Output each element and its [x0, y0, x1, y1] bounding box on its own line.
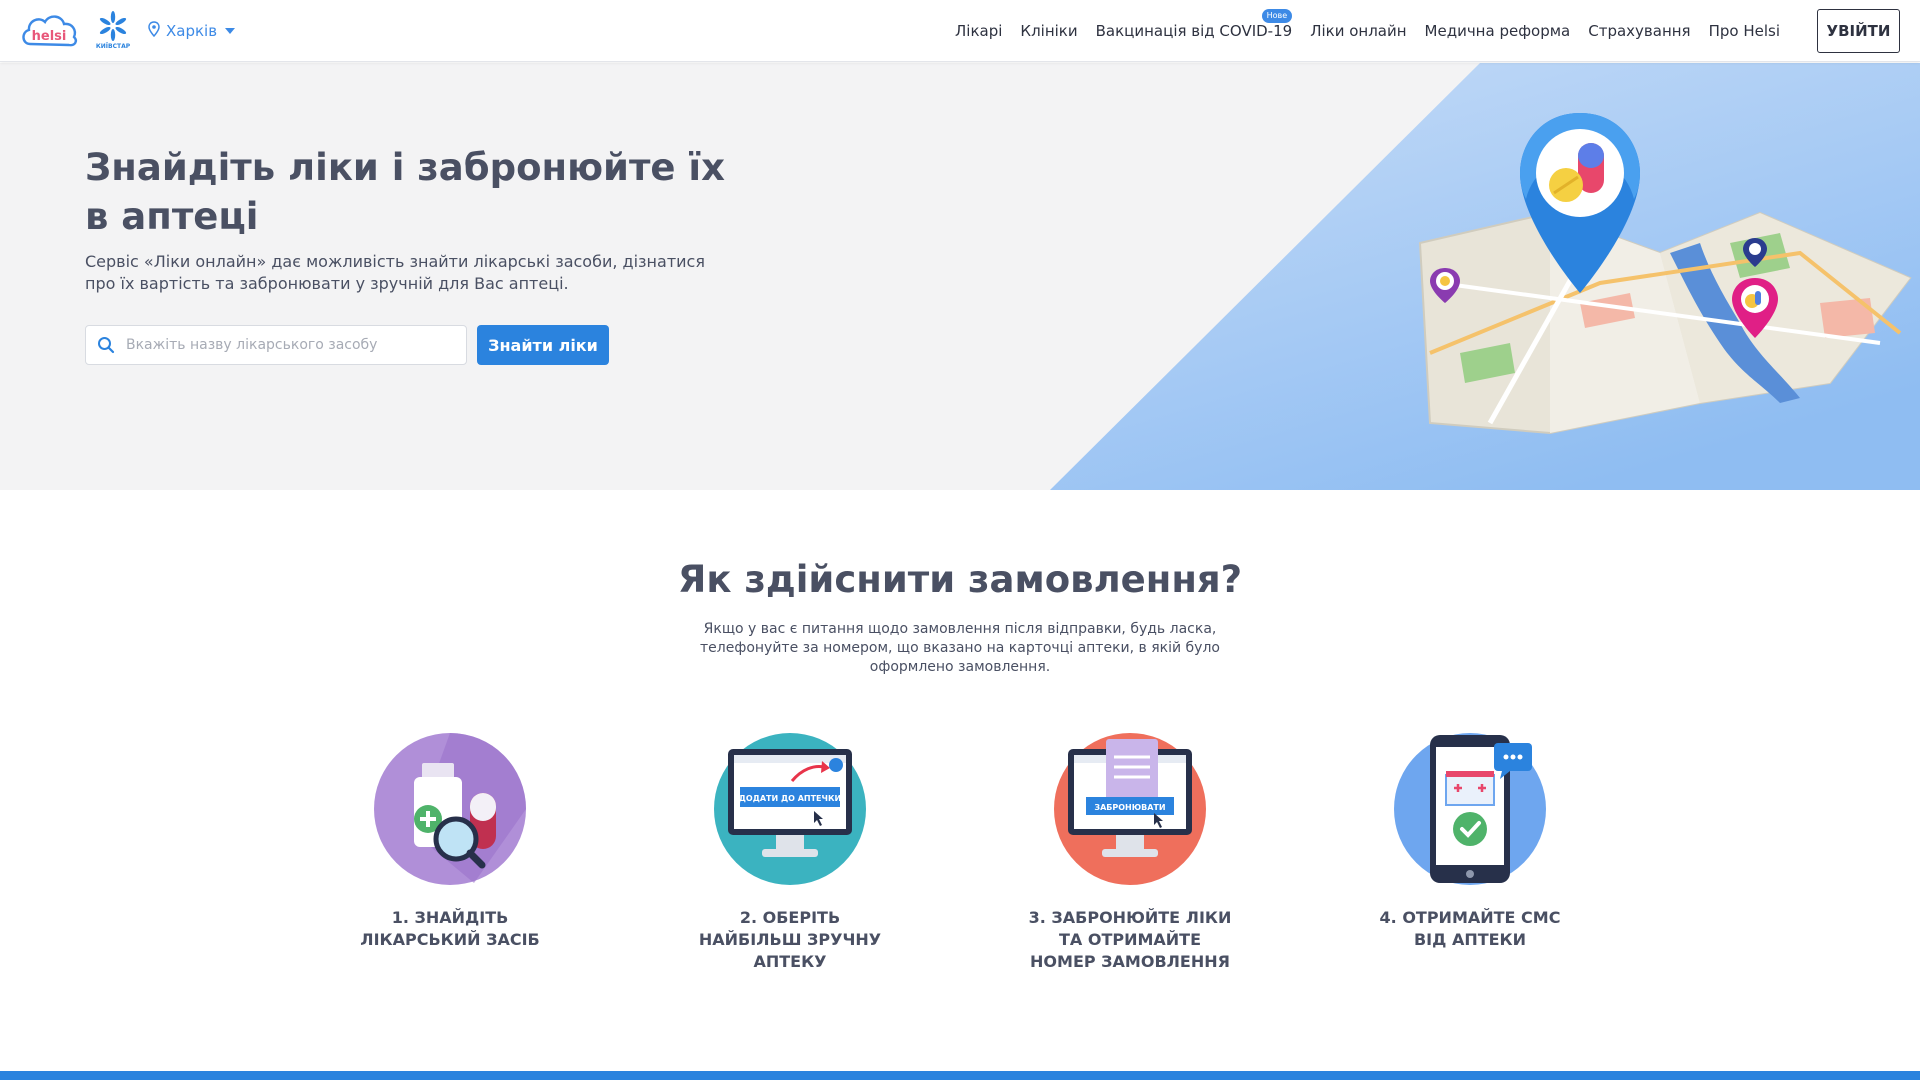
helsi-logo[interactable]: helsi — [20, 10, 80, 52]
step-1-line-1: 1. ЗНАЙДІТЬ — [391, 908, 509, 927]
medicine-search-input[interactable] — [126, 327, 466, 363]
nav-medical-reform[interactable]: Медична реформа — [1425, 22, 1571, 40]
find-medicine-icon — [374, 733, 526, 885]
city-name: Харків — [166, 22, 218, 40]
svg-text:ЗАБРОНЮВАТИ: ЗАБРОНЮВАТИ — [1094, 803, 1165, 812]
login-button[interactable]: УВІЙТИ — [1817, 9, 1900, 53]
location-pin-icon — [148, 21, 160, 41]
medicine-search-field[interactable] — [85, 325, 467, 365]
step-1-line-2: ЛІКАРСЬКИЙ ЗАСІБ — [360, 930, 540, 949]
svg-text:helsi: helsi — [32, 29, 67, 44]
nav-covid-label: Вакцинація від COVID-19 — [1095, 22, 1293, 40]
nav-medicines-online[interactable]: Ліки онлайн — [1310, 22, 1406, 40]
hero-section: Знайдіть ліки і забронюйте їх в аптеці С… — [0, 63, 1920, 490]
footer-bar — [0, 1071, 1920, 1080]
step-3-line-2: ТА ОТРИМАЙТЕ — [1058, 930, 1202, 949]
nav-covid-vaccination[interactable]: Вакцинація від COVID-19 Нове — [1095, 9, 1293, 40]
hero-description: Сервіс «Ліки онлайн» дає можливість знай… — [85, 252, 705, 293]
nav-clinics[interactable]: Клініки — [1020, 22, 1077, 40]
nav-about[interactable]: Про Helsi — [1709, 22, 1780, 40]
step-2-line-1: 2. ОБЕРІТЬ — [739, 908, 841, 927]
search-icon — [86, 326, 126, 364]
step-4-line-1: 4. ОТРИМАЙТЕ СМС — [1379, 908, 1561, 927]
step-4-line-2: ВІД АПТЕКИ — [1413, 930, 1527, 949]
step-4: 4. ОТРИМАЙТЕ СМС ВІД АПТЕКИ — [1350, 733, 1590, 951]
how-to-subtitle: Якщо у вас є питання щодо замовлення піс… — [700, 621, 1220, 675]
find-medicines-button[interactable]: Знайти ліки — [477, 325, 609, 365]
step-3-line-3: НОМЕР ЗАМОВЛЕННЯ — [1030, 952, 1230, 971]
svg-text:КИЇВСТАР: КИЇВСТАР — [96, 43, 131, 50]
hero-title: Знайдіть ліки і забронюйте їх в аптеці — [85, 146, 725, 238]
svg-text:ДОДАТИ ДО АПТЕЧКИ: ДОДАТИ ДО АПТЕЧКИ — [739, 794, 841, 803]
chevron-down-icon — [225, 28, 236, 34]
step-3-line-1: 3. ЗАБРОНЮЙТЕ ЛІКИ — [1028, 908, 1232, 927]
kyivstar-logo[interactable]: КИЇВСТАР — [92, 10, 134, 52]
step-1: 1. ЗНАЙДІТЬ ЛІКАРСЬКИЙ ЗАСІБ — [330, 733, 570, 951]
reserve-medicine-icon: ЗАБРОНЮВАТИ — [1054, 733, 1206, 885]
map-illustration — [1418, 113, 1912, 435]
choose-pharmacy-icon: ДОДАТИ ДО АПТЕЧКИ — [714, 733, 866, 885]
site-header: helsi КИЇВСТАР Харків Лікарі Клініки Вак… — [0, 0, 1920, 62]
receive-sms-icon — [1394, 733, 1546, 885]
step-2-line-2: НАЙБІЛЬШ ЗРУЧНУ — [698, 930, 882, 949]
step-3: ЗАБРОНЮВАТИ 3. ЗАБРОНЮЙТЕ ЛІКИ ТА ОТРИМА… — [1010, 733, 1250, 973]
nav-insurance[interactable]: Страхування — [1588, 22, 1690, 40]
nav-doctors[interactable]: Лікарі — [955, 22, 1002, 40]
main-nav: Лікарі Клініки Вакцинація від COVID-19 Н… — [955, 0, 1780, 62]
step-2-line-3: АПТЕКУ — [753, 952, 827, 971]
new-badge: Нове — [1261, 9, 1293, 23]
step-2: ДОДАТИ ДО АПТЕЧКИ 2. ОБЕРІТЬ НАЙБІЛЬШ ЗР… — [670, 733, 910, 973]
city-selector[interactable]: Харків — [148, 20, 236, 42]
how-to-title: Як здійснити замовлення? — [677, 558, 1243, 601]
